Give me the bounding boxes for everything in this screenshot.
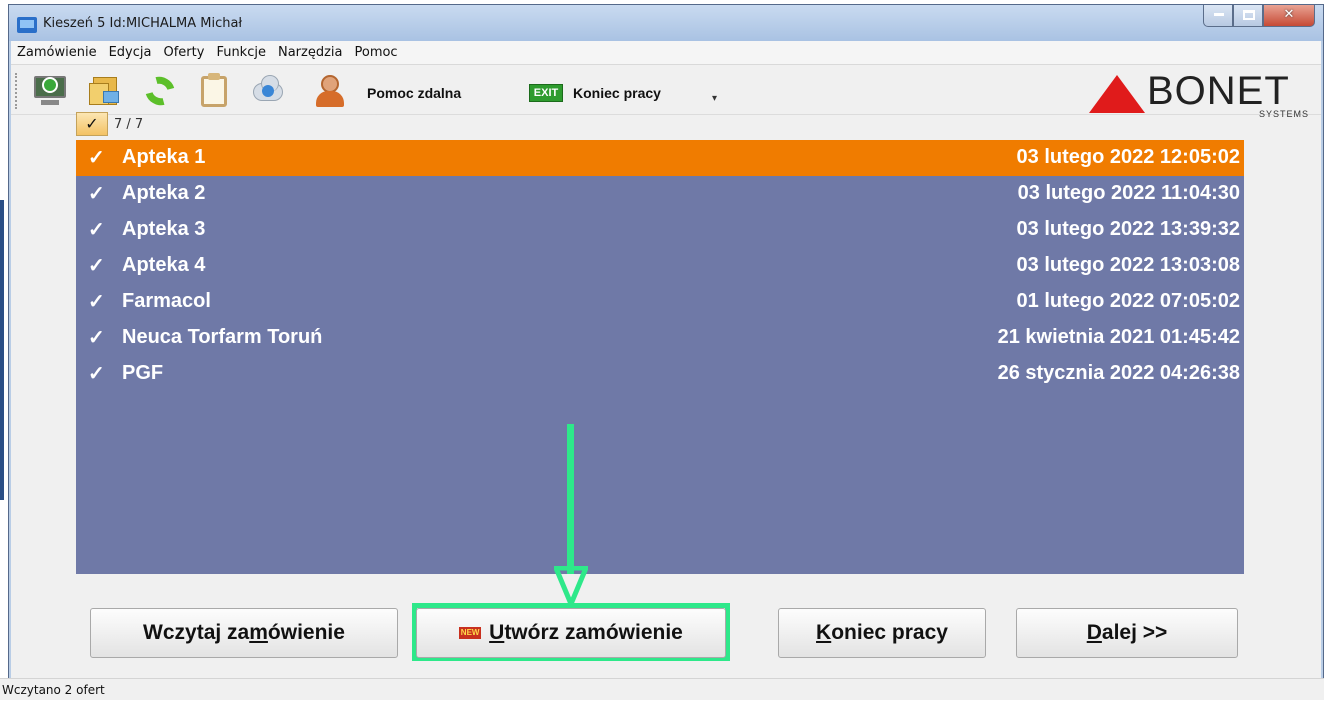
maximize-button[interactable] (1233, 5, 1263, 27)
close-button[interactable]: ✕ (1263, 5, 1315, 27)
supplier-name: Neuca Torfarm Toruń (122, 326, 322, 349)
create-order-post: twórz zamówienie (504, 621, 683, 645)
menu-pomoc[interactable]: Pomoc (348, 45, 403, 60)
supplier-name: PGF (122, 362, 163, 385)
minimize-icon (1214, 13, 1224, 16)
menu-zamowienie[interactable]: Zamówienie (11, 45, 103, 60)
close-icon: ✕ (1264, 7, 1314, 22)
create-order-button[interactable]: NEW Utwórz zamówienie (416, 608, 726, 658)
logo-triangle (1089, 75, 1145, 113)
app-icon (17, 17, 37, 33)
minimize-button[interactable] (1203, 5, 1233, 27)
clipboard-icon[interactable] (197, 73, 231, 107)
folders-icon[interactable] (87, 73, 121, 107)
check-icon[interactable]: ✓ (88, 253, 105, 278)
annotation-arrow-head (554, 566, 588, 606)
check-icon[interactable]: ✓ (88, 325, 105, 350)
end-work-post: oniec pracy (831, 621, 948, 645)
title-bar[interactable]: Kieszeń 5 Id:MICHALMA Michał ✕ (9, 5, 1323, 41)
load-order-button[interactable]: Wczytaj zamówienie (90, 608, 398, 658)
list-item[interactable]: ✓ Farmacol 01 lutego 2022 07:05:02 (76, 284, 1244, 320)
end-work-accel: K (816, 621, 831, 645)
annotation-arrow-line (567, 424, 574, 574)
next-accel: D (1087, 621, 1102, 645)
offer-date: 03 lutego 2022 12:05:02 (1017, 146, 1240, 169)
remote-help-button[interactable]: Pomoc zdalna (367, 85, 461, 101)
offer-date: 01 lutego 2022 07:05:02 (1017, 290, 1240, 313)
supplier-name: Apteka 3 (122, 218, 205, 241)
list-item[interactable]: ✓ PGF 26 stycznia 2022 04:26:38 (76, 356, 1244, 392)
toolbar: Pomoc zdalna EXIT Koniec pracy ▾ BONET S… (11, 65, 1321, 115)
list-item[interactable]: ✓ Apteka 2 03 lutego 2022 11:04:30 (76, 176, 1244, 212)
toolbar-overflow-icon[interactable]: ▾ (712, 93, 717, 104)
supplier-name: Apteka 1 (122, 146, 205, 169)
filter-bar: ✓ 7 / 7 (76, 112, 143, 136)
window-controls: ✕ (1203, 5, 1315, 27)
end-work-toolbar-button[interactable]: Koniec pracy (573, 85, 661, 101)
check-icon[interactable]: ✓ (88, 181, 105, 206)
selection-count: 7 / 7 (114, 117, 143, 132)
list-item[interactable]: ✓ Apteka 1 03 lutego 2022 12:05:02 (76, 140, 1244, 176)
list-item[interactable]: ✓ Apteka 3 03 lutego 2022 13:39:32 (76, 212, 1244, 248)
menu-funkcje[interactable]: Funkcje (210, 45, 272, 60)
check-icon[interactable]: ✓ (88, 289, 105, 314)
list-item[interactable]: ✓ Apteka 4 03 lutego 2022 13:03:08 (76, 248, 1244, 284)
refresh-icon[interactable] (143, 73, 177, 107)
status-bar: Wczytano 2 ofert (0, 678, 1324, 700)
menu-edycja[interactable]: Edycja (103, 45, 158, 60)
end-work-button[interactable]: Koniec pracy (778, 608, 986, 658)
supplier-name: Apteka 4 (122, 254, 205, 277)
load-order-post: ówienie (268, 621, 345, 645)
check-icon[interactable]: ✓ (88, 217, 105, 242)
person-support-icon[interactable] (313, 73, 347, 107)
list-item[interactable]: ✓ Neuca Torfarm Toruń 21 kwietnia 2021 01:… (76, 320, 1244, 356)
maximize-icon (1243, 10, 1255, 20)
desktop-edge (0, 200, 4, 500)
toolbar-grip[interactable] (15, 73, 18, 109)
supplier-list: ✓ Apteka 1 03 lutego 2022 12:05:02 ✓ Apteka … (76, 140, 1244, 574)
logo-sub: SYSTEMS (1259, 109, 1309, 119)
logo-word: BONET (1147, 71, 1290, 111)
load-order-accel: m (249, 621, 268, 645)
menu-narzedzia[interactable]: Narzędzia (272, 45, 349, 60)
new-icon: NEW (459, 627, 481, 639)
next-post: alej >> (1102, 621, 1167, 645)
check-icon[interactable]: ✓ (88, 361, 105, 386)
offer-date: 21 kwietnia 2021 01:45:42 (998, 326, 1240, 349)
download-monitor-icon[interactable] (33, 73, 67, 107)
supplier-name: Apteka 2 (122, 182, 205, 205)
load-order-pre: Wczytaj za (143, 621, 249, 645)
offer-date: 03 lutego 2022 13:03:08 (1017, 254, 1240, 277)
abonet-logo: BONET SYSTEMS (1089, 71, 1309, 117)
exit-icon[interactable]: EXIT (529, 84, 563, 102)
menu-oferty[interactable]: Oferty (157, 45, 210, 60)
select-all-toggle[interactable]: ✓ (76, 112, 108, 136)
next-button[interactable]: Dalej >> (1016, 608, 1238, 658)
create-order-accel: U (489, 621, 504, 645)
supplier-name: Farmacol (122, 290, 211, 313)
check-icon[interactable]: ✓ (88, 145, 105, 170)
offer-date: 03 lutego 2022 13:39:32 (1017, 218, 1240, 241)
offer-date: 26 stycznia 2022 04:26:38 (998, 362, 1240, 385)
cloud-download-icon[interactable] (251, 73, 285, 107)
menu-bar: Zamówienie Edycja Oferty Funkcje Narzędz… (11, 41, 1321, 65)
offer-date: 03 lutego 2022 11:04:30 (1018, 182, 1240, 205)
window-title: Kieszeń 5 Id:MICHALMA Michał (43, 16, 242, 31)
